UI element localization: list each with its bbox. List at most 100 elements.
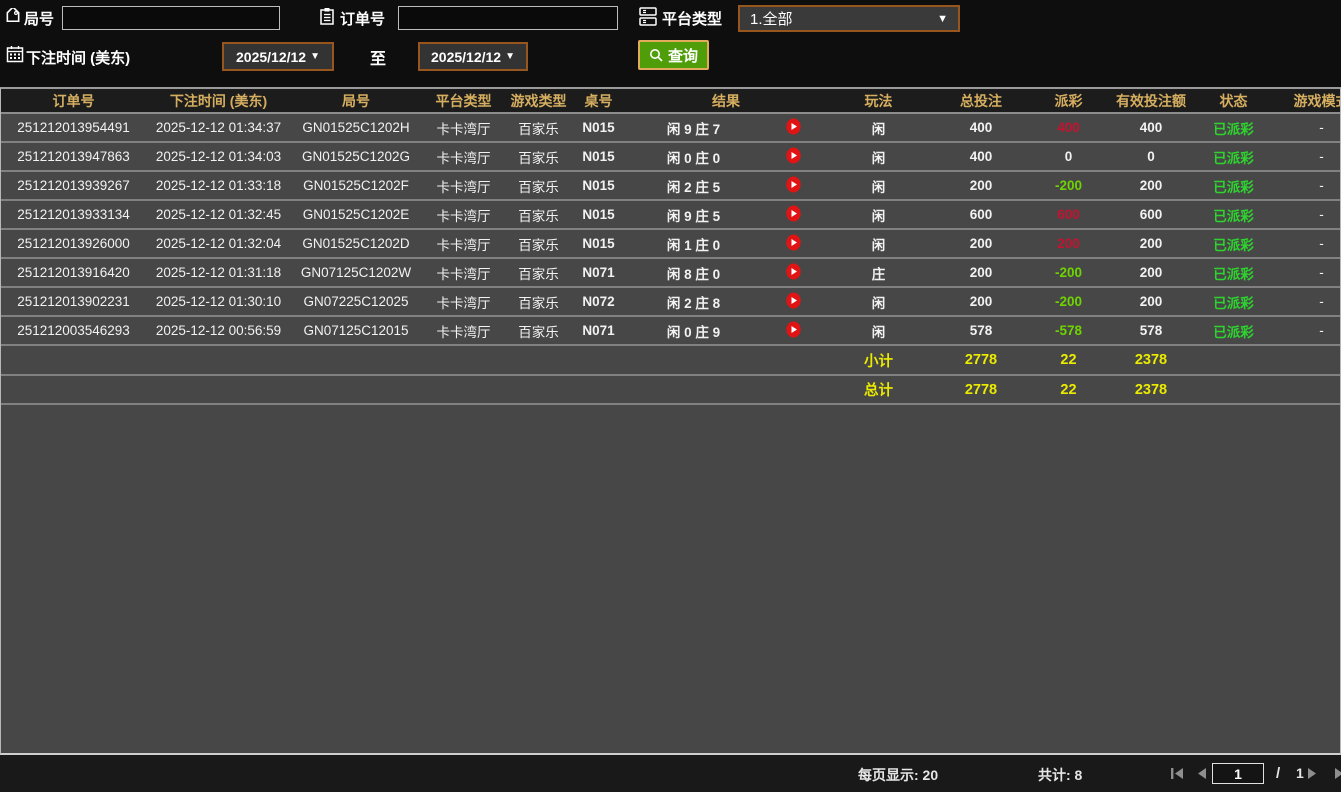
status-badge: 已派彩 bbox=[1213, 150, 1254, 166]
total-bet-cell: 200 bbox=[969, 178, 993, 193]
bet-time-cell: 2025-12-12 00:56:59 bbox=[155, 323, 282, 338]
first-page-button[interactable] bbox=[1168, 765, 1186, 781]
calendar-icon bbox=[6, 46, 24, 63]
last-page-button[interactable] bbox=[1332, 765, 1341, 781]
play-icon[interactable] bbox=[785, 263, 802, 280]
game-mode-cell: - bbox=[1319, 294, 1324, 309]
to-label: 至 bbox=[370, 51, 387, 68]
payout-cell: 200 bbox=[1057, 236, 1080, 251]
replay-cell bbox=[761, 147, 826, 167]
round-number-cell: GN07125C1202W bbox=[300, 265, 412, 280]
order-number-cell: 251212013902231 bbox=[17, 294, 130, 309]
header-cell: 游戏模式 bbox=[1293, 92, 1341, 109]
bet-time-cell: 2025-12-12 01:34:37 bbox=[155, 120, 282, 135]
play-icon[interactable] bbox=[785, 321, 802, 338]
play-type-cell: 闲 bbox=[871, 150, 886, 166]
order-number-cell: 251212013926000 bbox=[17, 236, 130, 251]
round-number-cell: GN07125C12015 bbox=[303, 323, 409, 338]
table-number-cell: N015 bbox=[582, 236, 615, 251]
header-cell: 局号 bbox=[342, 92, 370, 109]
order-number-cell: 251212013939267 bbox=[17, 178, 130, 193]
status-badge: 已派彩 bbox=[1213, 324, 1254, 340]
payout-cell: -200 bbox=[1054, 294, 1083, 309]
grand-total-payout: 22 bbox=[1060, 381, 1077, 398]
platform-cell: 卡卡湾厅 bbox=[436, 121, 491, 137]
table-row: 251212013933134 2025-12-12 01:32:45 GN01… bbox=[1, 201, 1340, 230]
table-row: 251212013902231 2025-12-12 01:30:10 GN07… bbox=[1, 288, 1340, 317]
valid-bet-cell: 200 bbox=[1139, 294, 1163, 309]
bet-time-cell: 2025-12-12 01:32:45 bbox=[155, 207, 282, 222]
game-type-cell: 百家乐 bbox=[518, 208, 559, 224]
play-type-cell: 闲 bbox=[871, 237, 886, 253]
bet-time-cell: 2025-12-12 01:33:18 bbox=[155, 178, 282, 193]
valid-bet-cell: 400 bbox=[1139, 120, 1163, 135]
play-icon[interactable] bbox=[785, 234, 802, 251]
subtotal-valid-bet: 2378 bbox=[1134, 352, 1168, 368]
subtotal-total-bet: 2778 bbox=[964, 352, 998, 368]
status-badge: 已派彩 bbox=[1213, 208, 1254, 224]
table-number-cell: N015 bbox=[582, 207, 615, 222]
game-mode-cell: - bbox=[1319, 178, 1324, 193]
prev-page-button[interactable] bbox=[1192, 765, 1210, 781]
play-type-cell: 闲 bbox=[871, 121, 886, 137]
result-cell: 闲 1 庄 0 bbox=[666, 237, 721, 253]
tag-icon bbox=[6, 8, 20, 23]
replay-cell bbox=[761, 118, 826, 138]
play-icon[interactable] bbox=[785, 147, 802, 164]
chevron-down-icon: ▼ bbox=[937, 12, 948, 25]
header-cell: 平台类型 bbox=[435, 92, 492, 109]
game-type-cell: 百家乐 bbox=[518, 179, 559, 195]
platform-type-select[interactable]: 1.全部 ▼ bbox=[738, 5, 960, 32]
header-cell: 派彩 bbox=[1054, 92, 1083, 109]
platform-cell: 卡卡湾厅 bbox=[436, 208, 491, 224]
header-cell: 有效投注额 bbox=[1116, 92, 1186, 109]
play-type-cell: 闲 bbox=[871, 179, 886, 195]
game-type-cell: 百家乐 bbox=[518, 121, 559, 137]
play-type-cell: 闲 bbox=[871, 324, 886, 340]
header-cell: 状态 bbox=[1219, 92, 1248, 109]
next-page-button[interactable] bbox=[1303, 765, 1321, 781]
round-number-cell: GN01525C1202E bbox=[302, 207, 410, 222]
chevron-down-icon: ▼ bbox=[505, 51, 515, 62]
platform-type-value: 1.全部 bbox=[750, 11, 793, 28]
page-number-input[interactable] bbox=[1212, 763, 1264, 784]
play-icon[interactable] bbox=[785, 205, 802, 222]
total-bet-cell: 200 bbox=[969, 294, 993, 309]
replay-cell bbox=[761, 321, 826, 341]
total-bet-cell: 200 bbox=[969, 236, 993, 251]
grand-total-valid-bet: 2378 bbox=[1134, 381, 1168, 398]
bet-time-label: 下注时间 (美东) bbox=[26, 50, 131, 67]
header-cell: 总投注 bbox=[960, 92, 1002, 109]
bet-time-cell: 2025-12-12 01:30:10 bbox=[155, 294, 282, 309]
payout-cell: -200 bbox=[1054, 178, 1083, 193]
replay-cell bbox=[761, 176, 826, 196]
date-from-picker[interactable]: 2025/12/12 ▼ bbox=[222, 42, 334, 71]
game-type-cell: 百家乐 bbox=[518, 150, 559, 166]
grand-total-total-bet: 2778 bbox=[964, 381, 998, 398]
date-to-value: 2025/12/12 bbox=[431, 48, 502, 65]
play-icon[interactable] bbox=[785, 118, 802, 135]
order-number-cell: 251212013916420 bbox=[17, 265, 130, 280]
order-number-input[interactable] bbox=[398, 6, 618, 30]
game-mode-cell: - bbox=[1319, 120, 1324, 135]
order-number-cell: 251212013933134 bbox=[17, 207, 130, 222]
play-icon[interactable] bbox=[785, 292, 802, 309]
total-bet-cell: 600 bbox=[969, 207, 993, 222]
round-number-cell: GN01525C1202G bbox=[301, 149, 411, 164]
play-type-cell: 闲 bbox=[871, 208, 886, 224]
status-badge: 已派彩 bbox=[1213, 179, 1254, 195]
date-to-picker[interactable]: 2025/12/12 ▼ bbox=[418, 42, 528, 71]
query-button[interactable]: 查询 bbox=[638, 40, 709, 70]
result-cell: 闲 8 庄 0 bbox=[666, 266, 721, 282]
round-number-cell: GN01525C1202H bbox=[302, 120, 410, 135]
play-icon[interactable] bbox=[785, 176, 802, 193]
platform-type-label: 平台类型 bbox=[662, 11, 723, 28]
status-badge: 已派彩 bbox=[1213, 295, 1254, 311]
status-badge: 已派彩 bbox=[1213, 266, 1254, 282]
platform-cell: 卡卡湾厅 bbox=[436, 324, 491, 340]
table-header-row: 订单号 下注时间 (美东) 局号 平台类型 游戏类型 桌号 结果 玩法 总投注 派彩 有效投注额 状态… bbox=[1, 89, 1340, 114]
chevron-down-icon: ▼ bbox=[310, 51, 320, 62]
round-number-input[interactable] bbox=[62, 6, 280, 30]
result-cell: 闲 9 庄 5 bbox=[666, 208, 721, 224]
game-mode-cell: - bbox=[1319, 149, 1324, 164]
